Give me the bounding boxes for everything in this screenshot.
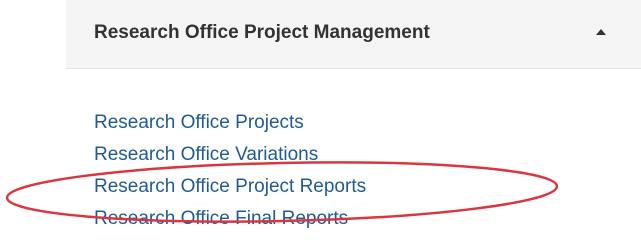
section-header-project-management[interactable]: Research Office Project Management [66,0,641,69]
section-title: Research Office Project Management [94,22,430,43]
list-item: Research Office Variations [94,139,366,171]
link-list: Research Office Projects Research Office… [94,107,366,235]
link-research-office-final-reports[interactable]: Research Office Final Reports [94,208,348,229]
link-research-office-variations[interactable]: Research Office Variations [94,144,318,165]
caret-up-icon[interactable] [596,29,606,35]
page: Research Office Project Management Resea… [0,0,641,247]
link-research-office-projects[interactable]: Research Office Projects [94,112,304,133]
link-research-office-project-reports[interactable]: Research Office Project Reports [94,176,366,197]
list-item: Research Office Project Reports [94,171,366,203]
list-item: Research Office Final Reports [94,203,366,235]
list-item: Research Office Projects [94,107,366,139]
